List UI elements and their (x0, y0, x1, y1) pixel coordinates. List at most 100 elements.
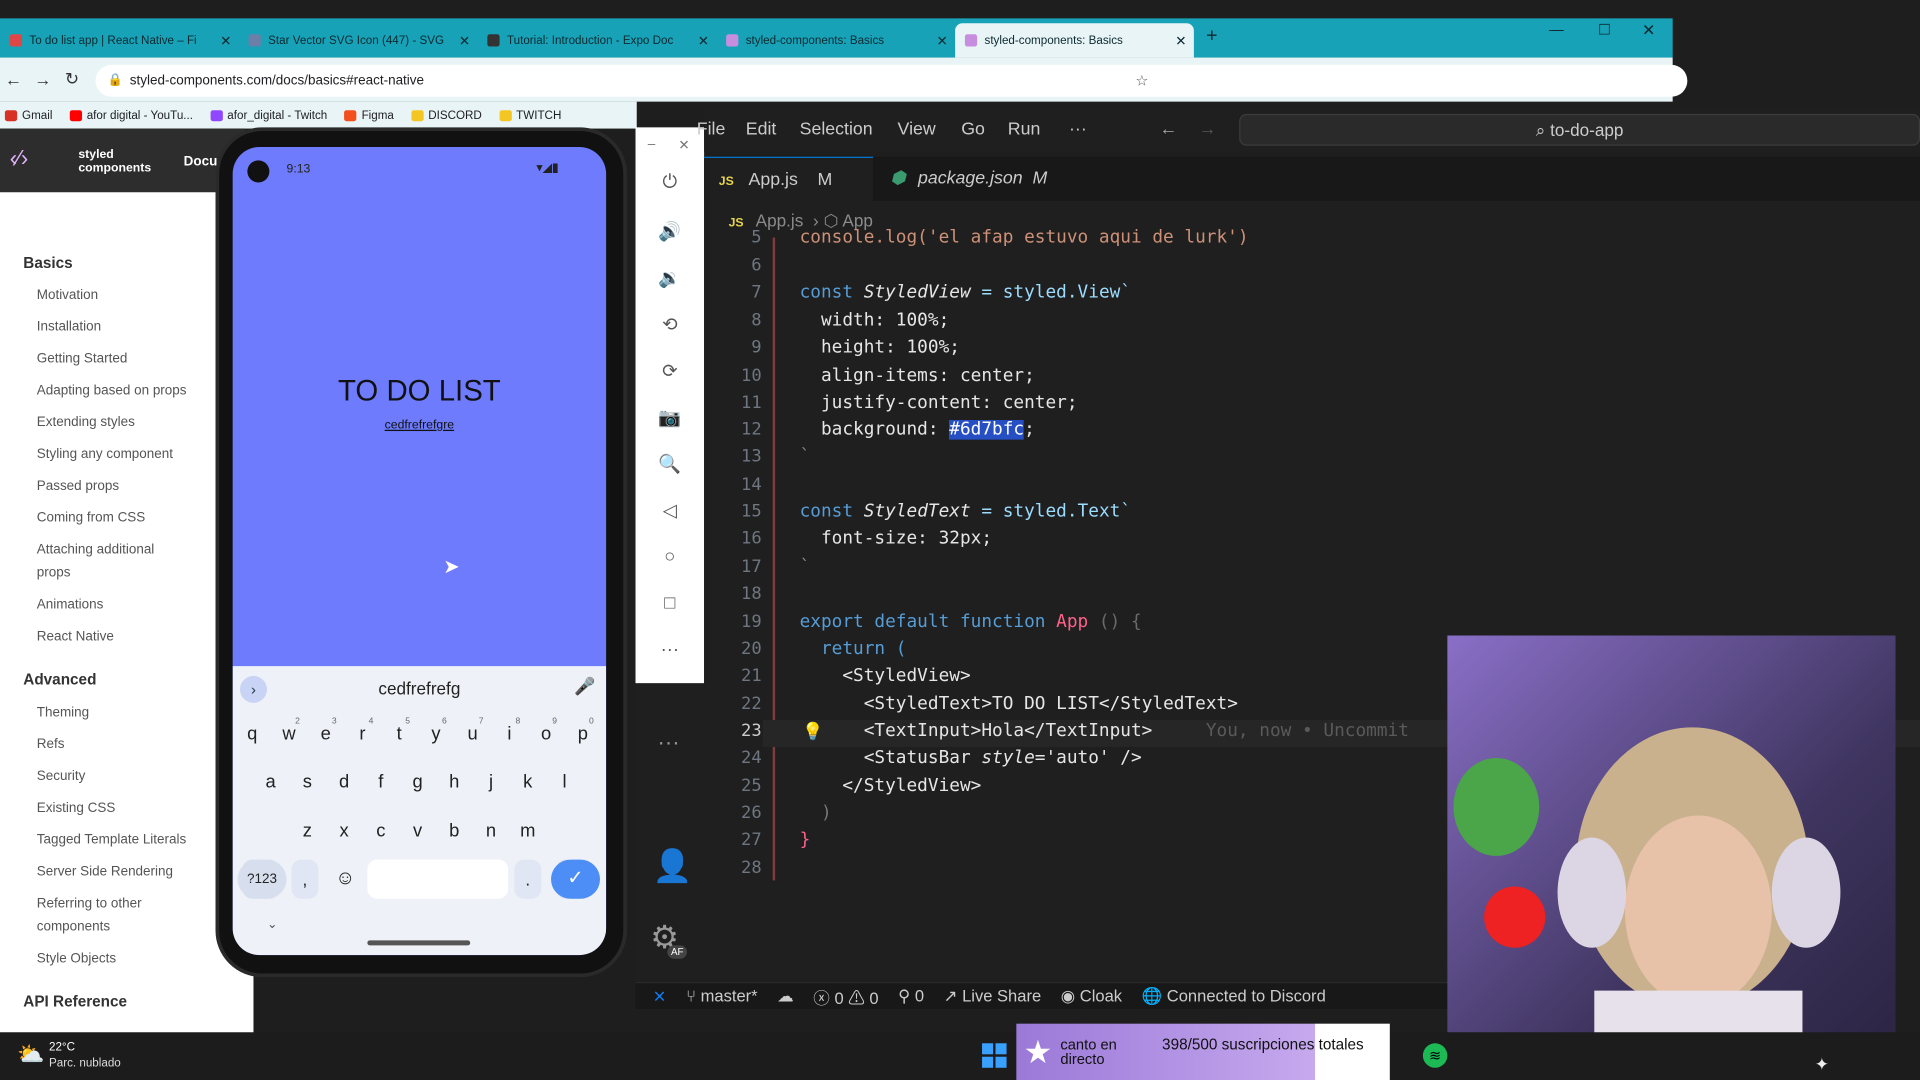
home-icon[interactable]: ○ (658, 546, 682, 567)
key-b[interactable]: b (438, 812, 470, 851)
key-x[interactable]: x (328, 812, 360, 851)
key-v[interactable]: v (402, 812, 434, 851)
menu-go[interactable]: Go (961, 120, 985, 140)
rotate-left-icon[interactable]: ⟲ (658, 313, 682, 336)
close-icon[interactable]: ✕ (459, 32, 470, 49)
sidebar-item[interactable]: Style Objects (37, 948, 221, 971)
emoji-key-icon[interactable]: ☺ (328, 860, 362, 899)
reload-icon[interactable]: ↻ (65, 69, 79, 90)
more-icon[interactable]: ··· (658, 730, 680, 756)
live-share[interactable]: ↗ Live Share (944, 986, 1041, 1006)
cloak[interactable]: ◉ Cloak (1061, 986, 1122, 1006)
sidebar-section-basics[interactable]: Basics (23, 255, 72, 272)
bookmark-discord[interactable]: DISCORD (411, 108, 482, 122)
close-icon[interactable]: ✕ (698, 32, 709, 49)
bookmark-star-icon[interactable]: ☆ (1135, 65, 1148, 97)
windows-start-icon[interactable] (982, 1043, 1007, 1068)
minimize-icon[interactable]: — (1549, 21, 1564, 38)
phone-screen[interactable]: 9:13 ▾◢▮ TO DO LIST cedfrefrefgre ➤ › ce… (232, 146, 607, 956)
spotify-icon[interactable]: ≋ (1422, 1043, 1448, 1068)
menu-more[interactable]: ··· (1069, 120, 1087, 140)
key-i[interactable]: i (493, 715, 525, 754)
git-branch[interactable]: ⑂ master* (686, 987, 757, 1005)
key-g[interactable]: g (402, 763, 434, 802)
key-f[interactable]: f (365, 763, 397, 802)
key-j[interactable]: j (475, 763, 507, 802)
sidebar-item[interactable]: Installation (37, 316, 221, 339)
key-a[interactable]: a (255, 763, 287, 802)
back-icon[interactable]: ← (5, 70, 22, 90)
ports[interactable]: ⚲ 0 (898, 986, 924, 1006)
close-icon[interactable]: ✕ (1175, 32, 1186, 49)
browser-tab[interactable]: styled-components: Basics ✕ (716, 23, 955, 57)
browser-tab[interactable]: Star Vector SVG Icon (447) - SVG ✕ (239, 23, 478, 57)
sidebar-item[interactable]: Coming from CSS (37, 507, 221, 530)
symbols-key[interactable]: ?123 (237, 859, 287, 899)
nav-docs-link[interactable]: Docu (184, 154, 218, 169)
menu-run[interactable]: Run (1008, 120, 1041, 140)
sidebar-item[interactable]: Refs (37, 733, 221, 756)
key-p[interactable]: p (567, 715, 599, 754)
home-gesture-bar[interactable] (367, 940, 471, 946)
sync-icon[interactable]: ☁ (777, 986, 794, 1006)
key-u[interactable]: u (457, 715, 489, 754)
account-icon[interactable]: 👤 (653, 847, 693, 885)
key-z[interactable]: z (291, 812, 323, 851)
key-e[interactable]: e (310, 715, 342, 754)
text-input[interactable]: cedfrefrefgre (233, 419, 606, 432)
sidebar-item[interactable]: Adapting based on props (37, 380, 221, 403)
sidebar-item[interactable]: Theming (37, 702, 221, 725)
bookmark-twitch[interactable]: afor_digital - Twitch (210, 108, 327, 122)
maximize-icon[interactable]: ☐ (1598, 21, 1611, 38)
problems[interactable]: ⓧ 0 ⚠ 0 (813, 984, 878, 1008)
menu-view[interactable]: View (898, 120, 936, 140)
back-icon[interactable]: ◁ (658, 500, 682, 522)
menu-file[interactable]: File (697, 120, 726, 140)
sidebar-item[interactable]: Attaching additional props (37, 539, 184, 586)
hide-keyboard-icon[interactable]: ⌄ (267, 918, 277, 931)
sidebar-item[interactable]: Motivation (37, 284, 221, 307)
key-y[interactable]: y (420, 715, 452, 754)
key-q[interactable]: q (236, 715, 268, 754)
sidebar-item[interactable]: Security (37, 765, 221, 788)
forward-icon[interactable]: → (34, 70, 51, 90)
address-bar[interactable]: 🔒 styled-components.com/docs/basics#reac… (95, 64, 1688, 97)
overview-icon[interactable]: □ (658, 593, 682, 614)
key-d[interactable]: d (328, 763, 360, 802)
remote-icon[interactable]: ⨯ (653, 986, 667, 1006)
key-l[interactable]: l (549, 763, 581, 802)
nav-back-icon[interactable]: ← (1160, 120, 1178, 140)
key-k[interactable]: k (512, 763, 544, 802)
key-m[interactable]: m (512, 812, 544, 851)
sidebar-item[interactable]: Existing CSS (37, 797, 221, 820)
key-r[interactable]: r (347, 715, 379, 754)
power-icon[interactable]: ⏻ (658, 171, 682, 192)
command-center-search[interactable]: ⌕ to-do-app (1239, 113, 1920, 146)
sidebar-item[interactable]: Extending styles (37, 411, 221, 434)
sidebar-item[interactable]: React Native (37, 626, 221, 649)
sidebar-section-advanced[interactable]: Advanced (23, 671, 96, 688)
volume-down-icon[interactable]: 🔉 (658, 267, 682, 289)
browser-tab[interactable]: To do list app | React Native – Fi ✕ (0, 23, 239, 57)
key-n[interactable]: n (475, 812, 507, 851)
suggestion-chip[interactable]: cedfrefrefg (233, 678, 606, 698)
sidebar-item[interactable]: Getting Started (37, 348, 221, 371)
key-o[interactable]: o (530, 715, 562, 754)
close-window-icon[interactable]: ✕ (1642, 21, 1655, 41)
discord-status[interactable]: 🌐 Connected to Discord (1142, 986, 1326, 1006)
key-t[interactable]: t (383, 715, 415, 754)
bookmark-figma[interactable]: Figma (344, 108, 394, 122)
minimize-icon[interactable]: – (648, 137, 656, 152)
rotate-right-icon[interactable]: ⟳ (658, 360, 682, 382)
tab-package-json[interactable]: ⬢ package.json M (876, 157, 1072, 201)
sidebar-item[interactable]: Tagged Template Literals (37, 829, 221, 852)
period-key[interactable]: . (514, 859, 542, 899)
key-w[interactable]: w (273, 715, 305, 754)
browser-tab-active[interactable]: styled-components: Basics ✕ (955, 23, 1194, 58)
sidebar-item[interactable]: Styling any component (37, 443, 221, 466)
menu-edit[interactable]: Edit (746, 120, 777, 140)
styled-components-logo-icon[interactable]: ‹⁄› (10, 146, 28, 172)
key-s[interactable]: s (291, 763, 323, 802)
space-key[interactable] (367, 859, 509, 899)
menu-selection[interactable]: Selection (800, 120, 873, 140)
